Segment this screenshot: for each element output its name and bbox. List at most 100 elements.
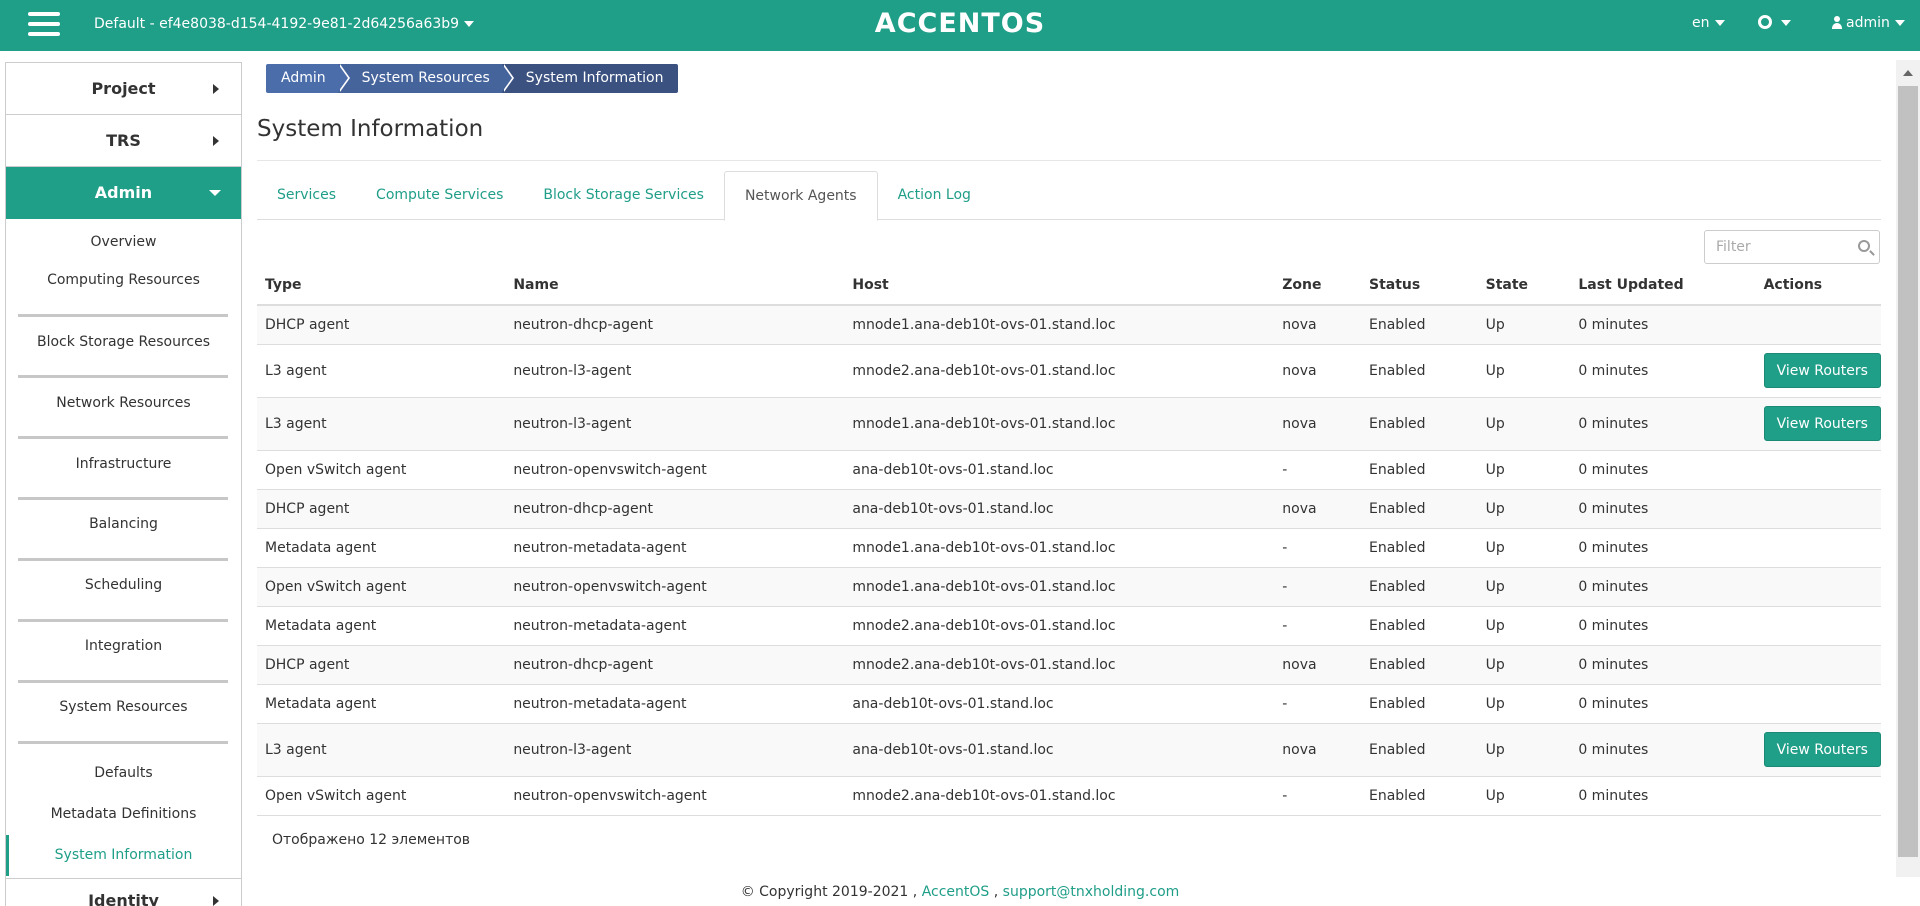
tab-services[interactable]: Services <box>257 171 356 220</box>
cell-actions <box>1755 304 1881 344</box>
cell-last-updated: 0 minutes <box>1570 566 1756 606</box>
hamburger-menu-icon[interactable] <box>28 12 60 38</box>
sidebar-item-network-resources[interactable]: Network Resources <box>6 387 241 448</box>
filter-box <box>1704 230 1880 264</box>
cell-host: mnode2.ana-deb10t-ovs-01.stand.loc <box>844 605 1275 645</box>
sidebar-item-infrastructure[interactable]: Infrastructure <box>6 448 241 509</box>
sidebar-item-trs[interactable]: TRS <box>6 115 241 167</box>
cell-name: neutron-metadata-agent <box>505 683 845 723</box>
sidebar-item-scheduling[interactable]: Scheduling <box>6 570 241 631</box>
table-row: Open vSwitch agent neutron-openvswitch-ag… <box>257 775 1881 816</box>
tab-network-agents[interactable]: Network Agents <box>723 171 878 221</box>
cell-zone: nova <box>1274 644 1361 684</box>
column-header-zone[interactable]: Zone <box>1274 265 1361 306</box>
cell-host: mnode1.ana-deb10t-ovs-01.stand.loc <box>844 566 1275 606</box>
column-header-type[interactable]: Type <box>257 265 506 306</box>
chevron-right-icon <box>213 136 219 146</box>
cell-name: neutron-openvswitch-agent <box>505 566 845 606</box>
sidebar-subitem-defaults[interactable]: Defaults <box>6 753 241 794</box>
sidebar-item-label: Project <box>91 79 156 98</box>
cell-zone: - <box>1274 775 1361 816</box>
cell-actions <box>1755 683 1881 723</box>
cell-state: Up <box>1477 488 1571 528</box>
table-row: L3 agent neutron-l3-agent mnode1.ana-deb10… <box>257 396 1881 450</box>
cell-host: ana-deb10t-ovs-01.stand.loc <box>844 449 1275 489</box>
user-name: admin <box>1846 15 1890 31</box>
tab-bar: Services Compute Services Block Storage … <box>257 171 1881 221</box>
cell-type: Metadata agent <box>257 683 506 723</box>
page-scrollbar[interactable] <box>1896 60 1920 877</box>
language-selector[interactable]: en <box>1692 15 1725 31</box>
cell-name: neutron-openvswitch-agent <box>505 449 845 489</box>
sidebar-item-system-resources[interactable]: System Resources <box>6 692 241 753</box>
sidebar-item-computing-resources[interactable]: Computing Resources <box>6 265 241 326</box>
table-row: DHCP agent neutron-dhcp-agent ana-deb10t-o… <box>257 488 1881 528</box>
cell-host: mnode2.ana-deb10t-ovs-01.stand.loc <box>844 644 1275 684</box>
cell-type: Metadata agent <box>257 605 506 645</box>
sidebar-item-admin[interactable]: Admin <box>6 167 241 219</box>
column-header-state[interactable]: State <box>1477 265 1571 306</box>
project-selector[interactable]: Default - ef4e8038-d154-4192-9e81-2d6425… <box>94 16 475 32</box>
cell-zone: - <box>1274 449 1361 489</box>
cell-zone: nova <box>1274 396 1361 450</box>
chevron-down-icon <box>464 21 475 27</box>
column-header-last-updated[interactable]: Last Updated <box>1570 265 1756 306</box>
search-icon[interactable] <box>1858 240 1870 252</box>
sidebar-item-project[interactable]: Project <box>6 63 241 115</box>
table-header-row: Type Name Host Zone Status State Last Up… <box>257 265 1881 306</box>
cell-status: Enabled <box>1360 722 1478 776</box>
scroll-up-arrow-icon[interactable] <box>1903 70 1913 76</box>
cell-status: Enabled <box>1360 343 1478 397</box>
sidebar-item-balancing[interactable]: Balancing <box>6 509 241 570</box>
column-header-host[interactable]: Host <box>844 265 1275 306</box>
cell-type: Open vSwitch agent <box>257 449 506 489</box>
sidebar-item-overview[interactable]: Overview <box>6 219 241 265</box>
tab-compute-services[interactable]: Compute Services <box>356 171 523 220</box>
sidebar-subitem-system-information[interactable]: System Information <box>6 835 241 876</box>
breadcrumb-system-resources[interactable]: System Resources <box>337 64 514 93</box>
cell-zone: - <box>1274 527 1361 567</box>
sidebar-item-integration[interactable]: Integration <box>6 631 241 692</box>
cell-name: neutron-dhcp-agent <box>505 304 845 344</box>
cell-state: Up <box>1477 343 1571 397</box>
cell-name: neutron-metadata-agent <box>505 527 845 567</box>
cell-name: neutron-metadata-agent <box>505 605 845 645</box>
table-row: Open vSwitch agent neutron-openvswitch-ag… <box>257 566 1881 606</box>
sidebar-item-label: Admin <box>94 183 153 202</box>
page-title: System Information <box>257 116 484 142</box>
column-header-name[interactable]: Name <box>505 265 845 306</box>
view-routers-button[interactable]: View Routers <box>1763 406 1881 441</box>
cell-status: Enabled <box>1360 527 1478 567</box>
user-menu[interactable]: admin <box>1832 15 1905 31</box>
sidebar-item-block-storage-resources[interactable]: Block Storage Resources <box>6 326 241 387</box>
support-email-link[interactable]: support@tnxholding.com <box>1003 884 1180 900</box>
theme-settings-dropdown[interactable] <box>1758 15 1791 31</box>
view-routers-button[interactable]: View Routers <box>1763 732 1881 767</box>
view-routers-button[interactable]: View Routers <box>1763 353 1881 388</box>
cell-name: neutron-l3-agent <box>505 722 845 776</box>
scrollbar-thumb[interactable] <box>1898 86 1918 857</box>
cell-name: neutron-openvswitch-agent <box>505 775 845 816</box>
footer: © Copyright 2019-2021 , AccentOS , suppo… <box>0 884 1920 900</box>
breadcrumb-admin[interactable]: Admin <box>266 64 350 93</box>
tab-action-log[interactable]: Action Log <box>878 171 991 220</box>
table-row: L3 agent neutron-l3-agent mnode2.ana-deb10… <box>257 343 1881 397</box>
cell-name: neutron-dhcp-agent <box>505 644 845 684</box>
filter-input[interactable] <box>1705 231 1845 263</box>
cell-host: mnode2.ana-deb10t-ovs-01.stand.loc <box>844 343 1275 397</box>
cell-actions <box>1755 605 1881 645</box>
cell-last-updated: 0 minutes <box>1570 343 1756 397</box>
column-header-status[interactable]: Status <box>1360 265 1478 306</box>
cell-host: ana-deb10t-ovs-01.stand.loc <box>844 683 1275 723</box>
project-selector-label: Default - ef4e8038-d154-4192-9e81-2d6425… <box>94 16 460 32</box>
cell-zone: - <box>1274 566 1361 606</box>
cell-last-updated: 0 minutes <box>1570 304 1756 344</box>
sidebar-subitem-metadata-definitions[interactable]: Metadata Definitions <box>6 794 241 835</box>
accentos-link[interactable]: AccentOS <box>922 884 990 900</box>
table-row: Metadata agent neutron-metadata-agent mnod… <box>257 527 1881 567</box>
cell-actions: View Routers <box>1755 722 1881 776</box>
tab-block-storage-services[interactable]: Block Storage Services <box>523 171 724 220</box>
cell-status: Enabled <box>1360 396 1478 450</box>
cell-last-updated: 0 minutes <box>1570 644 1756 684</box>
table-row: Open vSwitch agent neutron-openvswitch-ag… <box>257 449 1881 489</box>
